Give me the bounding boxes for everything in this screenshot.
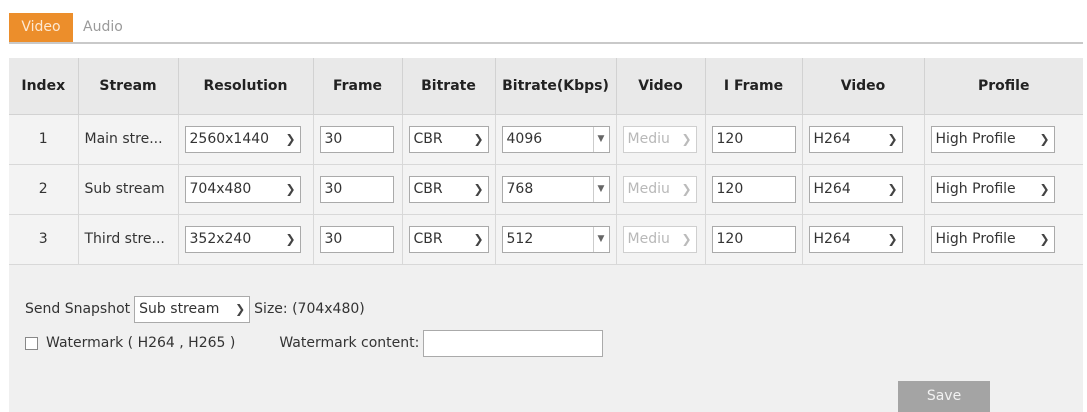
send-snapshot-label: Send Snapshot bbox=[25, 301, 131, 317]
chevron-down-icon: ▼ bbox=[592, 176, 609, 202]
stream-name: Third stre... bbox=[78, 214, 179, 265]
tab-audio[interactable]: Audio bbox=[73, 13, 133, 42]
resolution-select[interactable]: 704x480 ❯ bbox=[184, 175, 301, 203]
chevron-down-icon: ▼ bbox=[592, 226, 609, 252]
video-settings-panel: Index Stream Resolution Frame Bitrate Bi… bbox=[9, 58, 1083, 412]
column-header-i-frame: I Frame bbox=[705, 58, 803, 115]
i-frame-input[interactable]: 120 bbox=[711, 175, 796, 203]
bitrate-mode-select[interactable]: CBR ❯ bbox=[408, 225, 489, 253]
chevron-down-icon: ❯ bbox=[681, 131, 692, 146]
bitrate-mode-select[interactable]: CBR ❯ bbox=[408, 125, 489, 153]
row-index: 1 bbox=[9, 114, 79, 165]
resolution-select[interactable]: 2560x1440 ❯ bbox=[184, 125, 301, 153]
chevron-down-icon: ❯ bbox=[1039, 231, 1050, 246]
column-header-video-quality: Video bbox=[616, 58, 706, 115]
column-header-bitrate-kbps: Bitrate(Kbps) bbox=[495, 58, 617, 115]
chevron-down-icon: ❯ bbox=[473, 231, 484, 246]
chevron-down-icon: ❯ bbox=[473, 131, 484, 146]
column-header-bitrate: Bitrate bbox=[402, 58, 496, 115]
table-row: 3 Third stre... 352x240 ❯ 30 CBR ❯ 512 ▼ Me… bbox=[9, 214, 1083, 265]
row-index: 2 bbox=[9, 164, 79, 215]
column-header-resolution: Resolution bbox=[178, 58, 314, 115]
chevron-down-icon: ❯ bbox=[1039, 181, 1050, 196]
stream-name: Main stre... bbox=[78, 114, 179, 165]
chevron-down-icon: ❯ bbox=[887, 131, 898, 146]
chevron-down-icon: ❯ bbox=[681, 181, 692, 196]
chevron-down-icon: ❯ bbox=[285, 181, 296, 196]
bitrate-kbps-combo[interactable]: 512 ▼ bbox=[501, 225, 610, 253]
tab-video[interactable]: Video bbox=[9, 13, 73, 42]
column-header-stream: Stream bbox=[78, 58, 179, 115]
profile-select[interactable]: High Profile ❯ bbox=[930, 225, 1055, 253]
table-row: 2 Sub stream 704x480 ❯ 30 CBR ❯ 768 ▼ Mediu… bbox=[9, 164, 1083, 215]
chevron-down-icon: ▼ bbox=[592, 126, 609, 152]
chevron-down-icon: ❯ bbox=[473, 181, 484, 196]
chevron-down-icon: ❯ bbox=[235, 301, 246, 316]
tab-bar: Video Audio bbox=[9, 13, 1083, 44]
watermark-content-label: Watermark content: bbox=[279, 335, 420, 351]
chevron-down-icon: ❯ bbox=[681, 231, 692, 246]
watermark-checkbox[interactable] bbox=[25, 336, 38, 350]
table-header-row: Index Stream Resolution Frame Bitrate Bi… bbox=[9, 58, 1083, 115]
profile-select[interactable]: High Profile ❯ bbox=[930, 125, 1055, 153]
resolution-select[interactable]: 352x240 ❯ bbox=[184, 225, 301, 253]
chevron-down-icon: ❯ bbox=[887, 231, 898, 246]
video-quality-select: Mediu ❯ bbox=[622, 225, 697, 253]
snapshot-size-text: Size: (704x480) bbox=[254, 301, 365, 317]
video-codec-select[interactable]: H264 ❯ bbox=[808, 225, 903, 253]
profile-select[interactable]: High Profile ❯ bbox=[930, 175, 1055, 203]
watermark-label: Watermark ( H264 , H265 ) bbox=[46, 335, 236, 351]
i-frame-input[interactable]: 120 bbox=[711, 125, 796, 153]
frame-input[interactable]: 30 bbox=[319, 175, 394, 203]
column-header-video-codec: Video bbox=[802, 58, 925, 115]
chevron-down-icon: ❯ bbox=[1039, 131, 1050, 146]
column-header-index: Index bbox=[9, 58, 79, 115]
video-quality-select: Mediu ❯ bbox=[622, 175, 697, 203]
video-codec-select[interactable]: H264 ❯ bbox=[808, 125, 903, 153]
row-index: 3 bbox=[9, 214, 79, 265]
watermark-content-input[interactable] bbox=[423, 329, 604, 357]
video-codec-select[interactable]: H264 ❯ bbox=[808, 175, 903, 203]
snapshot-stream-select[interactable]: Sub stream ❯ bbox=[134, 295, 251, 323]
stream-table: Index Stream Resolution Frame Bitrate Bi… bbox=[9, 58, 1083, 265]
table-row: 1 Main stre... 2560x1440 ❯ 30 CBR ❯ 4096 ▼ … bbox=[9, 114, 1083, 165]
frame-input[interactable]: 30 bbox=[319, 125, 394, 153]
bitrate-kbps-combo[interactable]: 768 ▼ bbox=[501, 175, 610, 203]
chevron-down-icon: ❯ bbox=[285, 231, 296, 246]
column-header-profile: Profile bbox=[924, 58, 1083, 115]
bitrate-kbps-combo[interactable]: 4096 ▼ bbox=[501, 125, 610, 153]
chevron-down-icon: ❯ bbox=[285, 131, 296, 146]
video-quality-select: Mediu ❯ bbox=[622, 125, 697, 153]
save-button[interactable]: Save bbox=[898, 381, 990, 412]
i-frame-input[interactable]: 120 bbox=[711, 225, 796, 253]
bitrate-mode-select[interactable]: CBR ❯ bbox=[408, 175, 489, 203]
stream-name: Sub stream bbox=[78, 164, 179, 215]
snapshot-watermark-section: Send Snapshot Sub stream ❯ Size: (704x480… bbox=[25, 295, 725, 357]
frame-input[interactable]: 30 bbox=[319, 225, 394, 253]
column-header-frame: Frame bbox=[313, 58, 403, 115]
chevron-down-icon: ❯ bbox=[887, 181, 898, 196]
